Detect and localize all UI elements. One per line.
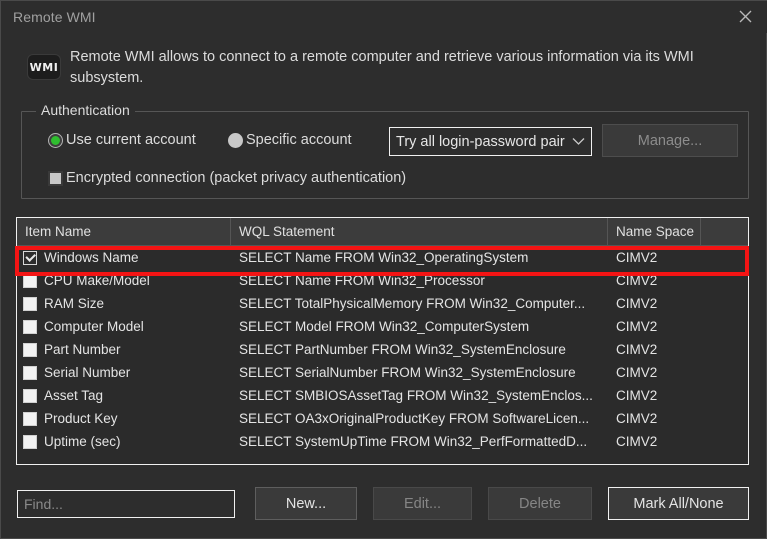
cell-item-name: Windows Name: [17, 246, 231, 269]
mark-all-none-button[interactable]: Mark All/None: [608, 487, 749, 520]
credentials-combo-value: Try all login-password pair: [396, 133, 565, 150]
find-input[interactable]: [17, 490, 235, 518]
cell-wql-statement: SELECT PartNumber FROM Win32_SystemEnclo…: [239, 342, 566, 357]
title-bar: Remote WMI: [1, 1, 767, 33]
cell-spacer: [701, 384, 748, 407]
list-rows: Windows Name SELECT Name FROM Win32_Opera…: [17, 246, 748, 453]
cell-item-name: Uptime (sec): [17, 430, 231, 453]
chevron-down-icon[interactable]: [565, 128, 591, 155]
new-button[interactable]: New...: [255, 487, 357, 520]
table-row[interactable]: Product Key SELECT OA3xOriginalProductKey…: [17, 407, 748, 430]
item-name-label: Windows Name: [44, 250, 139, 265]
checkbox-box-encrypted: [48, 170, 63, 186]
cell-wql-statement: SELECT OA3xOriginalProductKey FROM Softw…: [239, 411, 590, 426]
cell-name-space: CIMV2: [616, 388, 658, 403]
checkbox-encrypted-connection[interactable]: Encrypted connection (packet privacy aut…: [48, 170, 406, 186]
item-name-label: Computer Model: [44, 319, 144, 334]
table-row[interactable]: Serial Number SELECT SerialNumber FROM Wi…: [17, 361, 748, 384]
cell-item-name: Asset Tag: [17, 384, 231, 407]
window-title: Remote WMI: [13, 9, 96, 25]
cell-wql-statement: SELECT SMBIOSAssetTag FROM Win32_SystemE…: [239, 388, 593, 403]
credentials-combo[interactable]: Try all login-password pair: [389, 127, 592, 156]
checkbox-unchecked-icon[interactable]: [23, 319, 37, 334]
checkbox-unchecked-icon[interactable]: [23, 296, 37, 311]
table-row[interactable]: Uptime (sec) SELECT SystemUpTime FROM Win…: [17, 430, 748, 453]
item-name-label: Product Key: [44, 411, 118, 426]
cell-wql-statement: SELECT Name FROM Win32_Processor: [239, 273, 485, 288]
column-header-name-space[interactable]: Name Space: [608, 218, 701, 245]
cell-wql-statement: SELECT SystemUpTime FROM Win32_PerfForma…: [239, 434, 588, 449]
close-icon[interactable]: [722, 1, 767, 32]
authentication-group-title: Authentication: [36, 102, 135, 118]
item-name-label: Uptime (sec): [44, 434, 121, 449]
cell-name-space: CIMV2: [616, 411, 658, 426]
cell-wql-statement: SELECT Name FROM Win32_OperatingSystem: [239, 250, 529, 265]
cell-name-space: CIMV2: [616, 342, 658, 357]
item-name-label: CPU Make/Model: [44, 273, 150, 288]
description-row: WMI Remote WMI allows to connect to a re…: [1, 41, 767, 91]
cell-spacer: [701, 338, 748, 361]
table-row[interactable]: Asset Tag SELECT SMBIOSAssetTag FROM Win3…: [17, 384, 748, 407]
item-name-label: RAM Size: [44, 296, 105, 311]
cell-item-name: Product Key: [17, 407, 231, 430]
list-header: Item Name WQL Statement Name Space: [17, 218, 748, 246]
cell-spacer: [701, 407, 748, 430]
table-row[interactable]: RAM Size SELECT TotalPhysicalMemory FROM …: [17, 292, 748, 315]
radio-use-current-account[interactable]: Use current account: [48, 132, 196, 148]
edit-button[interactable]: Edit...: [373, 487, 472, 520]
cell-name-space: CIMV2: [616, 250, 658, 265]
checkbox-unchecked-icon[interactable]: [23, 273, 37, 288]
encrypted-row: Encrypted connection (packet privacy aut…: [22, 170, 748, 192]
item-name-label: Part Number: [44, 342, 121, 357]
manage-button[interactable]: Manage...: [602, 124, 738, 157]
cell-wql-statement: SELECT TotalPhysicalMemory FROM Win32_Co…: [239, 296, 586, 311]
table-row[interactable]: Computer Model SELECT Model FROM Win32_Co…: [17, 315, 748, 338]
checkbox-label-encrypted: Encrypted connection (packet privacy aut…: [66, 170, 407, 186]
cell-spacer: [701, 269, 748, 292]
radio-label-specific: Specific account: [246, 132, 352, 148]
checkbox-unchecked-icon[interactable]: [23, 411, 37, 426]
cell-wql-statement: SELECT SerialNumber FROM Win32_SystemEnc…: [239, 365, 576, 380]
radio-specific-account[interactable]: Specific account: [228, 132, 352, 148]
checkbox-unchecked-icon[interactable]: [23, 434, 37, 449]
cell-item-name: Computer Model: [17, 315, 231, 338]
checkbox-unchecked-icon[interactable]: [23, 365, 37, 380]
cell-name-space: CIMV2: [616, 434, 658, 449]
table-row[interactable]: Windows Name SELECT Name FROM Win32_Opera…: [17, 246, 748, 269]
item-name-label: Serial Number: [44, 365, 131, 380]
cell-wql-statement: SELECT Model FROM Win32_ComputerSystem: [239, 319, 530, 334]
cell-spacer: [701, 246, 748, 269]
cell-item-name: Serial Number: [17, 361, 231, 384]
cell-item-name: Part Number: [17, 338, 231, 361]
cell-spacer: [701, 361, 748, 384]
radio-dot-current: [48, 132, 63, 148]
cell-spacer: [701, 315, 748, 338]
wmi-items-list[interactable]: Item Name WQL Statement Name Space Windo…: [16, 217, 749, 465]
cell-spacer: [701, 292, 748, 315]
description-text: Remote WMI allows to connect to a remote…: [70, 49, 694, 86]
radio-label-current: Use current account: [66, 132, 196, 148]
column-header-wql-statement[interactable]: WQL Statement: [231, 218, 608, 245]
remote-wmi-dialog: Remote WMI WMI Remote WMI allows to conn…: [0, 0, 767, 539]
checkbox-unchecked-icon[interactable]: [23, 388, 37, 403]
radio-dot-specific: [228, 132, 243, 148]
checkbox-unchecked-icon[interactable]: [23, 342, 37, 357]
table-row[interactable]: CPU Make/Model SELECT Name FROM Win32_Pro…: [17, 269, 748, 292]
column-header-item-name[interactable]: Item Name: [17, 218, 231, 245]
cell-name-space: CIMV2: [616, 273, 658, 288]
cell-spacer: [701, 430, 748, 453]
cell-name-space: CIMV2: [616, 319, 658, 334]
column-header-spacer: [701, 218, 748, 245]
delete-button[interactable]: Delete: [488, 487, 592, 520]
checkbox-checked-icon[interactable]: [23, 250, 37, 265]
cell-name-space: CIMV2: [616, 365, 658, 380]
table-row[interactable]: Part Number SELECT PartNumber FROM Win32_…: [17, 338, 748, 361]
item-name-label: Asset Tag: [44, 388, 104, 403]
wmi-icon: WMI: [27, 54, 61, 80]
cell-item-name: CPU Make/Model: [17, 269, 231, 292]
cell-name-space: CIMV2: [616, 296, 658, 311]
cell-item-name: RAM Size: [17, 292, 231, 315]
